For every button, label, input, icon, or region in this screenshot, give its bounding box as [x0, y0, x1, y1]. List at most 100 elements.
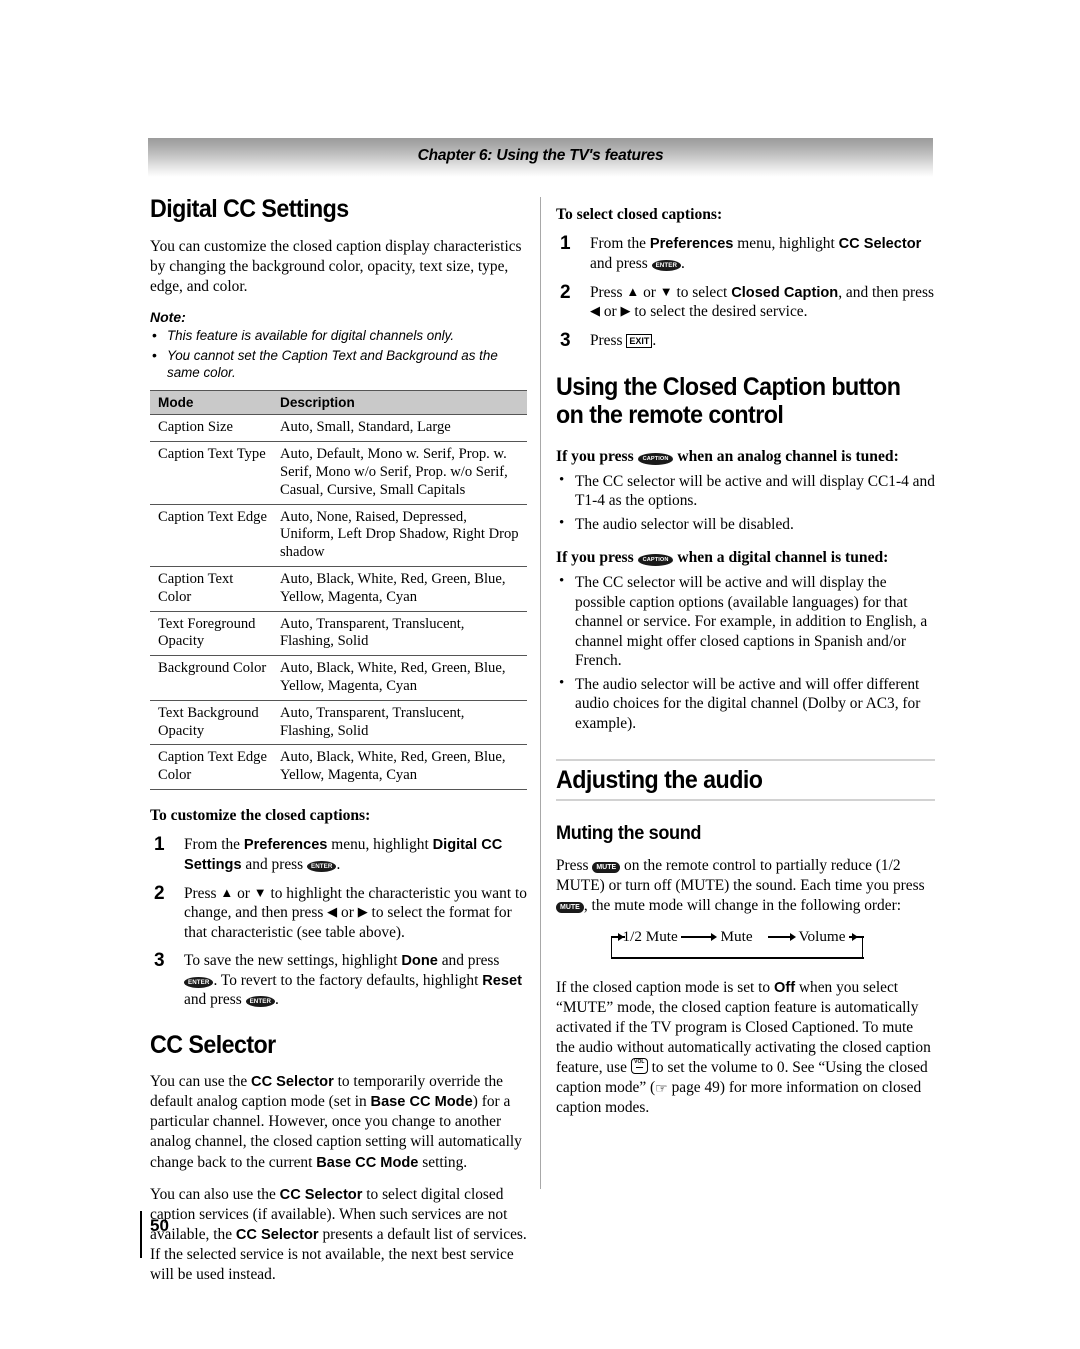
enter-key-icon: ENTER: [306, 861, 337, 872]
table-row: Caption Text Type Auto, Default, Mono w.…: [150, 441, 527, 505]
text-run: , the mute mode will change in the follo…: [583, 896, 901, 914]
arrow-head-icon: [789, 932, 796, 941]
enter-key-icon: ENTER: [245, 996, 276, 1008]
cell-description: Auto, Black, White, Red, Green, Blue, Ye…: [272, 744, 527, 790]
table-row: Caption Size Auto, Small, Standard, Larg…: [150, 414, 527, 443]
cell-description: Auto, Black, White, Red, Green, Blue, Ye…: [272, 655, 527, 701]
step-text: .: [336, 856, 341, 873]
diagram-line: [861, 935, 864, 959]
step-text: and press: [241, 856, 307, 873]
adjusting-audio-section-head: Adjusting the audio: [556, 759, 935, 801]
step-text: .: [652, 331, 657, 349]
table-row: Text Foreground Opacity Auto, Transparen…: [150, 611, 527, 657]
arrow-up-icon: ▲: [626, 283, 640, 299]
cell-description: Auto, Default, Mono w. Serif, Prop. w. S…: [272, 441, 527, 505]
step-text: and press: [590, 255, 652, 273]
step-number: 2: [560, 281, 571, 303]
step-text: , and then press: [838, 283, 934, 301]
table-row: Caption Text Edge Auto, None, Raised, De…: [150, 504, 527, 567]
step-text: From the: [184, 836, 244, 854]
menu-item-name: CC Selector: [838, 236, 922, 253]
note-label: Note:: [150, 308, 186, 325]
mute-cycle-diagram: 1/2 Mute Mute Volume: [601, 928, 891, 968]
volume-key-label: VOL: [634, 1058, 645, 1065]
step-text: .: [681, 255, 685, 273]
step-text: menu, highlight: [327, 836, 433, 854]
diagram-line: [610, 935, 613, 959]
menu-item-name: Reset: [482, 972, 522, 989]
cell-mode: Caption Text Type: [150, 441, 272, 505]
heading-muting-the-sound: Muting the sound: [556, 821, 702, 844]
cell-description: Auto, Transparent, Translucent, Flashing…: [272, 611, 527, 657]
volume-key-icon: VOL: [630, 1057, 648, 1074]
step-item: 3 Press EXIT.: [556, 330, 935, 351]
cc-selector-paragraph-1: You can use the CC Selector to temporari…: [150, 1072, 527, 1172]
diagram-label: 1/2 Mute: [622, 927, 678, 945]
menu-item-name: Closed Caption: [731, 284, 839, 301]
step-number: 1: [560, 233, 571, 255]
table-header-mode: Mode: [150, 390, 272, 416]
cell-mode: Caption Text Edge Color: [150, 744, 272, 790]
customize-procedure-title: To customize the closed captions:: [150, 806, 371, 824]
arrow-head-icon: [851, 932, 858, 941]
digital-channel-bullets: The CC selector will be active and will …: [556, 572, 935, 734]
enter-key-icon: ENTER: [184, 976, 214, 988]
step-text: to select the desired service.: [630, 303, 808, 321]
list-item: The audio selector will be disabled.: [556, 514, 935, 535]
cell-description: Auto, Small, Standard, Large: [272, 414, 527, 443]
step-text: .: [275, 991, 279, 1009]
step-text: or: [337, 904, 358, 922]
muting-paragraph-1: Press MUTE on the remote control to part…: [556, 856, 935, 916]
exit-key-icon: EXIT: [626, 333, 653, 348]
diagram-line: [610, 956, 864, 959]
step-text: or: [600, 303, 621, 321]
text-run: when a digital channel is tuned:: [673, 549, 889, 567]
step-text: and press: [437, 952, 500, 970]
cell-mode: Caption Size: [150, 414, 272, 443]
mute-key-icon: MUTE: [592, 861, 621, 873]
arrow-left-icon: ◀: [327, 904, 338, 920]
table-row: Text Background Opacity Auto, Transparen…: [150, 700, 527, 746]
setting-value: Off: [773, 979, 796, 996]
left-column: Digital CC Settings You can customize th…: [150, 195, 527, 1297]
heading-cc-selector: CC Selector: [150, 1030, 276, 1059]
step-item: 1 From the Preferences menu, highlight C…: [556, 233, 935, 273]
arrow-up-icon: ▲: [220, 884, 234, 900]
text-run: Press: [556, 856, 593, 874]
step-number: 3: [154, 950, 165, 972]
step-item: 3 To save the new settings, highlight Do…: [150, 950, 527, 1010]
step-text: Press: [590, 331, 627, 349]
cell-mode: Text Background Opacity: [150, 700, 272, 746]
step-text: or: [639, 283, 660, 301]
table-row: Caption Text Color Auto, Black, White, R…: [150, 566, 527, 612]
page-number: 50: [150, 1216, 169, 1235]
text-run: If you press: [556, 448, 638, 466]
feature-name: CC Selector: [235, 1226, 319, 1243]
feature-name: Base CC Mode: [370, 1094, 473, 1111]
select-captions-title: To select closed captions:: [556, 206, 723, 223]
cell-mode: Caption Text Edge: [150, 504, 272, 567]
step-text: menu, highlight: [733, 235, 839, 253]
manual-page: Chapter 6: Using the TV's features Digit…: [0, 0, 1080, 1349]
step-item: 2 Press ▲ or ▼ to select Closed Caption,…: [556, 281, 935, 322]
text-run: If you press: [556, 549, 638, 567]
text-run: You can also use the: [150, 1185, 280, 1203]
step-text: and press: [184, 991, 246, 1009]
step-text: To save the new settings, highlight: [184, 952, 402, 970]
step-text: . To revert to the factory defaults, hig…: [213, 971, 483, 989]
step-item: 1 From the Preferences menu, highlight D…: [150, 834, 527, 874]
arrow-head-icon: [710, 932, 717, 941]
cell-mode: Caption Text Color: [150, 566, 272, 612]
step-text: or: [233, 884, 254, 902]
cell-description: Auto, None, Raised, Depressed, Uniform, …: [272, 504, 527, 567]
feature-name: Base CC Mode: [316, 1154, 419, 1171]
arrow-down-icon: ▼: [659, 283, 673, 299]
digital-channel-lead: If you press CAPTION when a digital chan…: [556, 548, 935, 567]
list-item: The CC selector will be active and will …: [556, 572, 935, 671]
digital-cc-modes-table: Mode Description Caption Size Auto, Smal…: [150, 390, 527, 790]
analog-channel-bullets: The CC selector will be active and will …: [556, 471, 935, 535]
diagram-label: Volume: [798, 927, 846, 945]
heading-closed-caption-button: Using the Closed Caption button on the r…: [556, 373, 901, 429]
analog-channel-lead: If you press CAPTION when an analog chan…: [556, 447, 935, 466]
right-column: To select closed captions: 1 From the Pr…: [556, 205, 935, 1130]
